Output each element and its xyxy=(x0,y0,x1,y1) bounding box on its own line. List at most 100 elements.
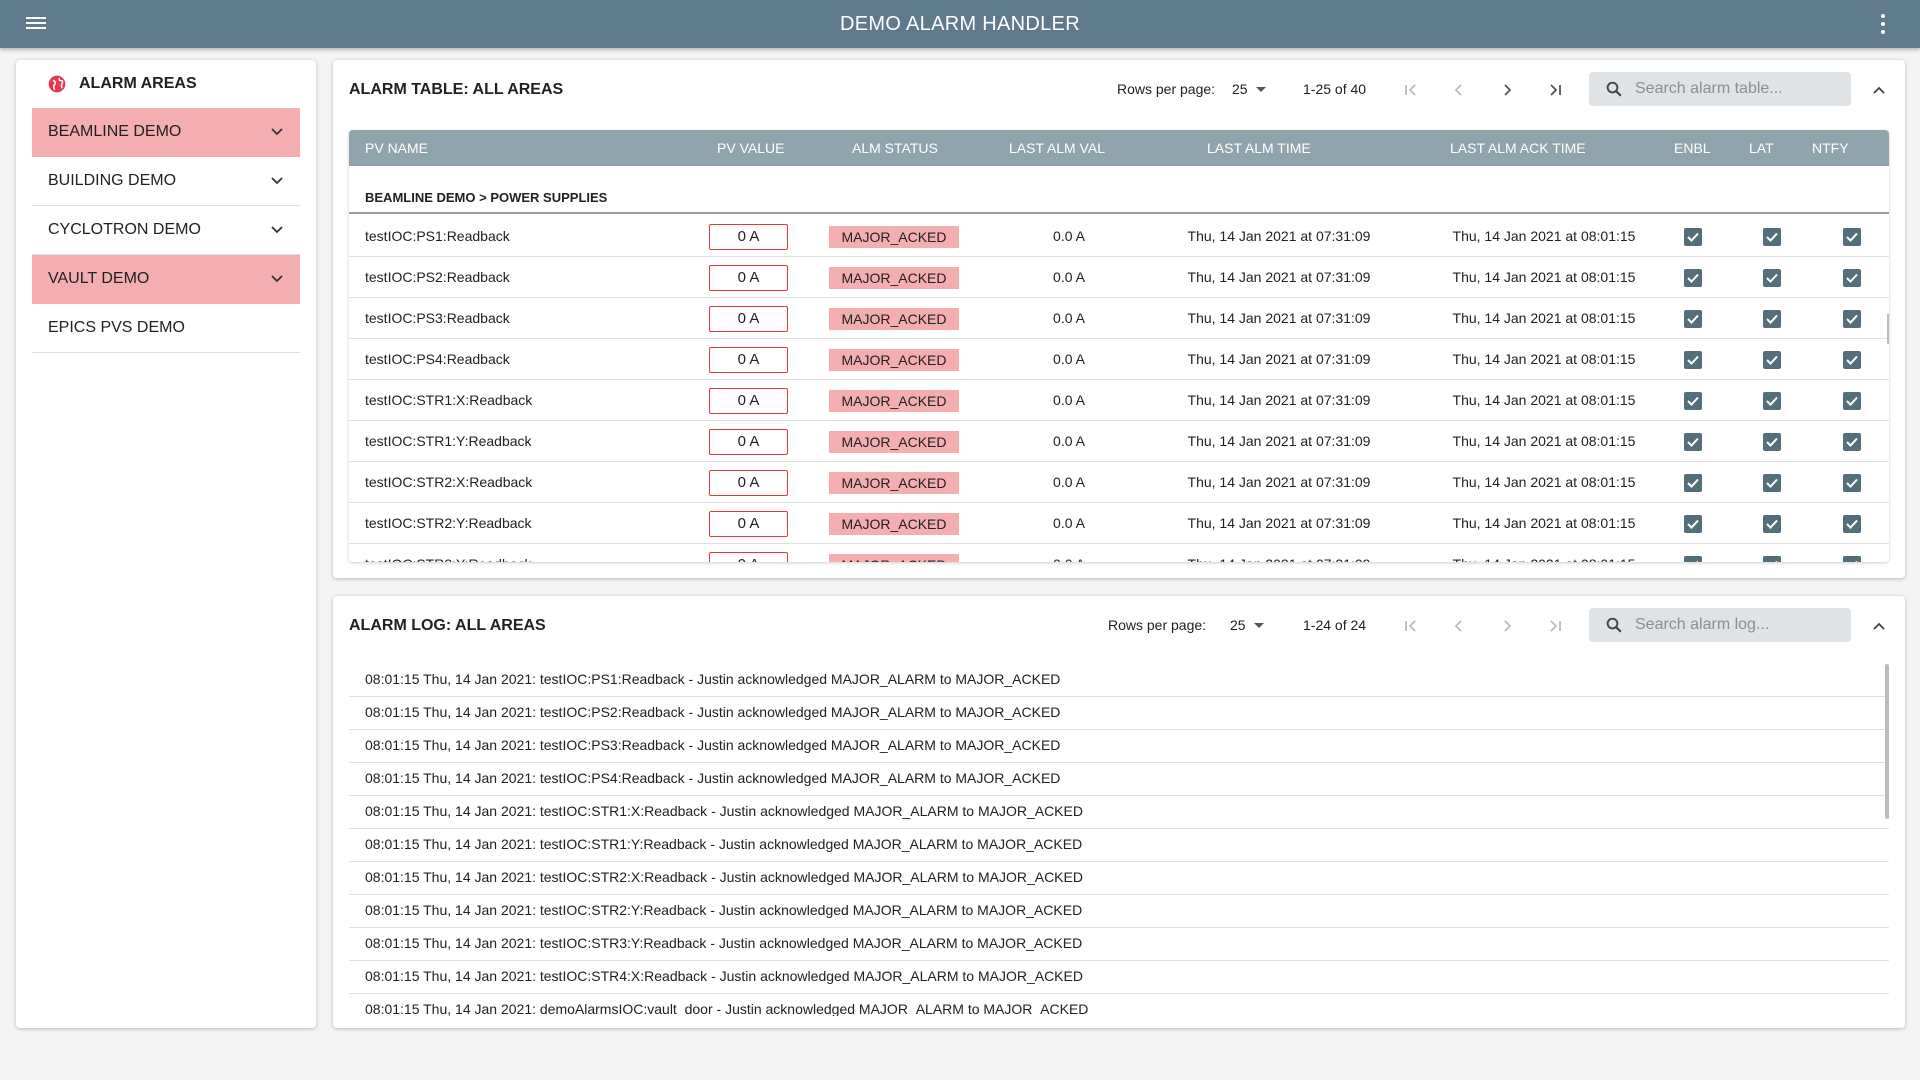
latch-checkbox[interactable] xyxy=(1763,433,1781,451)
pv-name: testIOC:PS1:Readback xyxy=(365,228,510,244)
notify-checkbox[interactable] xyxy=(1843,515,1861,533)
latch-checkbox[interactable] xyxy=(1763,392,1781,410)
expand-chevron-icon[interactable] xyxy=(270,174,284,188)
table-group-row: BEAMLINE DEMO > POWER SUPPLIES xyxy=(349,166,1889,214)
log-entry[interactable]: 08:01:15 Thu, 14 Jan 2021: testIOC:STR3:… xyxy=(349,928,1889,961)
notify-checkbox[interactable] xyxy=(1843,269,1861,287)
rows-per-page-select[interactable]: 25 xyxy=(1232,81,1266,97)
enable-checkbox[interactable] xyxy=(1684,392,1702,410)
alarm-log-search[interactable] xyxy=(1589,608,1851,642)
alarm-area-item[interactable]: CYCLOTRON DEMO xyxy=(32,206,300,255)
latch-checkbox[interactable] xyxy=(1763,310,1781,328)
latch-checkbox[interactable] xyxy=(1763,556,1781,562)
notify-checkbox[interactable] xyxy=(1843,433,1861,451)
table-row[interactable]: testIOC:PS1:Readback 0 A MAJOR_ACKED 0.0 A T… xyxy=(349,216,1889,257)
column-header[interactable]: LAST ALM TIME xyxy=(1207,140,1311,156)
enable-checkbox[interactable] xyxy=(1684,474,1702,492)
notify-checkbox[interactable] xyxy=(1843,310,1861,328)
column-header[interactable]: ENBL xyxy=(1674,140,1711,156)
alarm-status-badge: MAJOR_ACKED xyxy=(829,554,959,562)
latch-checkbox[interactable] xyxy=(1763,351,1781,369)
alarm-area-item[interactable]: VAULT DEMO xyxy=(32,255,300,304)
column-header[interactable]: PV NAME xyxy=(365,140,428,156)
alarm-table-title: ALARM TABLE: ALL AREAS xyxy=(349,81,564,98)
alarm-status-badge: MAJOR_ACKED xyxy=(829,308,959,330)
alarm-area-label: VAULT DEMO xyxy=(48,270,150,287)
latch-checkbox[interactable] xyxy=(1763,474,1781,492)
table-row[interactable]: testIOC:STR1:Y:Readback 0 A MAJOR_ACKED 0.0… xyxy=(349,421,1889,462)
notify-checkbox[interactable] xyxy=(1843,351,1861,369)
latch-checkbox[interactable] xyxy=(1763,228,1781,246)
collapse-log-icon[interactable] xyxy=(1867,614,1891,638)
alarm-area-item[interactable]: BEAMLINE DEMO xyxy=(32,108,300,157)
notify-checkbox[interactable] xyxy=(1843,392,1861,410)
notify-checkbox[interactable] xyxy=(1843,474,1861,492)
expand-chevron-icon[interactable] xyxy=(270,272,284,286)
next-page-icon[interactable] xyxy=(1495,78,1519,102)
alarm-area-item[interactable]: BUILDING DEMO xyxy=(32,157,300,206)
column-header[interactable]: LAST ALM ACK TIME xyxy=(1450,140,1586,156)
pv-name: testIOC:PS2:Readback xyxy=(365,269,510,285)
hamburger-menu-icon[interactable] xyxy=(26,14,46,34)
log-entry[interactable]: 08:01:15 Thu, 14 Jan 2021: testIOC:PS2:R… xyxy=(349,697,1889,730)
previous-page-icon[interactable] xyxy=(1447,78,1471,102)
last-alarm-ack-time: Thu, 14 Jan 2021 at 08:01:15 xyxy=(1452,474,1636,490)
notify-checkbox[interactable] xyxy=(1843,556,1861,562)
last-alarm-time: Thu, 14 Jan 2021 at 07:31:09 xyxy=(1159,556,1399,562)
enable-checkbox[interactable] xyxy=(1684,351,1702,369)
log-entry[interactable]: 08:01:15 Thu, 14 Jan 2021: testIOC:PS4:R… xyxy=(349,763,1889,796)
log-entry[interactable]: 08:01:15 Thu, 14 Jan 2021: testIOC:STR1:… xyxy=(349,829,1889,862)
alarm-areas-header: ALARM AREAS xyxy=(16,60,316,108)
enable-checkbox[interactable] xyxy=(1684,228,1702,246)
table-row[interactable]: testIOC:STR2:Y:Readback 0 A MAJOR_ACKED 0.0… xyxy=(349,503,1889,544)
alarm-table-card: ALARM TABLE: ALL AREAS Rows per page: 25… xyxy=(333,60,1905,578)
column-header[interactable]: ALM STATUS xyxy=(852,140,938,156)
table-row[interactable]: testIOC:PS3:Readback 0 A MAJOR_ACKED 0.0 A T… xyxy=(349,298,1889,339)
enable-checkbox[interactable] xyxy=(1684,515,1702,533)
rows-per-page-select[interactable]: 25 xyxy=(1230,617,1264,633)
log-entry[interactable]: 08:01:15 Thu, 14 Jan 2021: testIOC:STR2:… xyxy=(349,895,1889,928)
last-page-icon[interactable] xyxy=(1543,78,1567,102)
expand-chevron-icon[interactable] xyxy=(270,125,284,139)
alarm-table-search[interactable] xyxy=(1589,72,1851,106)
log-entry[interactable]: 08:01:15 Thu, 14 Jan 2021: demoAlarmsIOC… xyxy=(349,994,1889,1016)
column-header[interactable]: LAT xyxy=(1749,140,1774,156)
table-row[interactable]: testIOC:STR1:X:Readback 0 A MAJOR_ACKED 0.0… xyxy=(349,380,1889,421)
first-page-icon[interactable] xyxy=(1399,78,1423,102)
enable-checkbox[interactable] xyxy=(1684,269,1702,287)
notify-checkbox[interactable] xyxy=(1843,228,1861,246)
log-entry[interactable]: 08:01:15 Thu, 14 Jan 2021: testIOC:PS3:R… xyxy=(349,730,1889,763)
previous-page-icon[interactable] xyxy=(1447,614,1471,638)
enable-checkbox[interactable] xyxy=(1684,556,1702,562)
table-row[interactable]: testIOC:PS4:Readback 0 A MAJOR_ACKED 0.0 A T… xyxy=(349,339,1889,380)
more-options-icon[interactable] xyxy=(1880,14,1886,34)
alarm-log-search-input[interactable] xyxy=(1635,616,1835,634)
enable-checkbox[interactable] xyxy=(1684,310,1702,328)
last-page-icon[interactable] xyxy=(1543,614,1567,638)
table-row[interactable]: testIOC:PS2:Readback 0 A MAJOR_ACKED 0.0 A T… xyxy=(349,257,1889,298)
latch-checkbox[interactable] xyxy=(1763,515,1781,533)
log-entry[interactable]: 08:01:15 Thu, 14 Jan 2021: testIOC:STR2:… xyxy=(349,862,1889,895)
log-entry[interactable]: 08:01:15 Thu, 14 Jan 2021: testIOC:STR1:… xyxy=(349,796,1889,829)
collapse-table-icon[interactable] xyxy=(1867,78,1891,102)
table-scrollbar[interactable] xyxy=(1887,314,1889,344)
table-row[interactable]: testIOC:STR2:X:Readback 0 A MAJOR_ACKED 0.0… xyxy=(349,462,1889,503)
column-header[interactable]: NTFY xyxy=(1812,140,1849,156)
latch-checkbox[interactable] xyxy=(1763,269,1781,287)
first-page-icon[interactable] xyxy=(1399,614,1423,638)
log-entry[interactable]: 08:01:15 Thu, 14 Jan 2021: testIOC:STR4:… xyxy=(349,961,1889,994)
log-entry[interactable]: 08:01:15 Thu, 14 Jan 2021: testIOC:PS1:R… xyxy=(349,664,1889,697)
last-alarm-value: 0.0 A xyxy=(1053,515,1085,531)
column-header[interactable]: LAST ALM VAL xyxy=(1009,140,1105,156)
dropdown-caret-icon xyxy=(1255,86,1266,92)
alarm-table-search-input[interactable] xyxy=(1635,80,1835,98)
alarm-status-badge: MAJOR_ACKED xyxy=(829,431,959,453)
column-header[interactable]: PV VALUE xyxy=(717,140,784,156)
pv-name: testIOC:STR2:X:Readback xyxy=(365,474,533,490)
enable-checkbox[interactable] xyxy=(1684,433,1702,451)
expand-chevron-icon[interactable] xyxy=(270,223,284,237)
next-page-icon[interactable] xyxy=(1495,614,1519,638)
table-row[interactable]: testIOC:STR3:Y:Readback 0 A MAJOR_ACKED 0.0… xyxy=(349,544,1889,562)
log-scrollbar[interactable] xyxy=(1885,664,1889,819)
alarm-area-item[interactable]: EPICS PVS DEMO xyxy=(32,304,300,353)
